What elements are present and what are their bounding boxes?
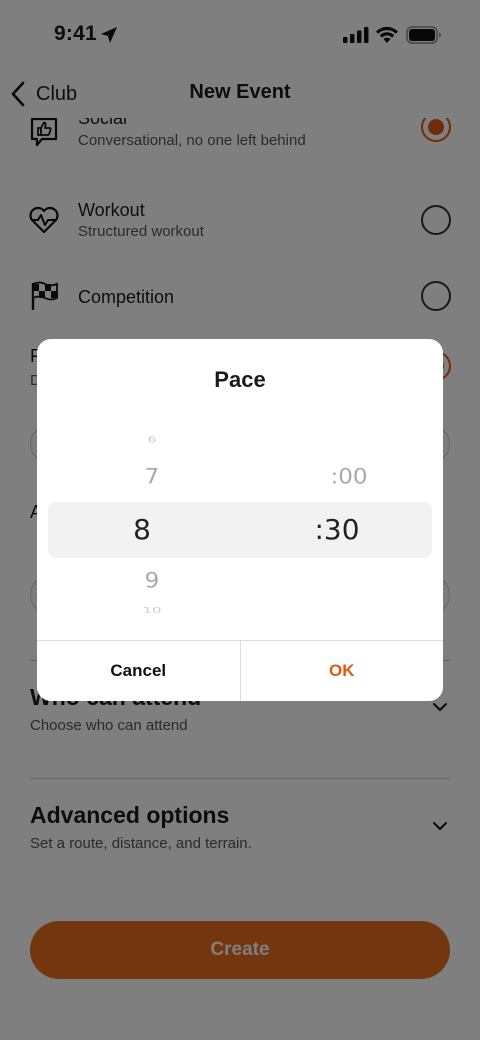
picker-minute-option[interactable]: 10 — [97, 605, 207, 613]
picker-second-option[interactable]: :00 — [294, 465, 404, 489]
picker-minute-option[interactable]: 7 — [97, 465, 207, 489]
picker-minute-option[interactable]: 9 — [97, 569, 207, 593]
dialog-actions: Cancel OK — [37, 640, 443, 701]
picker-minute-selected[interactable]: 8 — [87, 513, 197, 546]
cancel-button[interactable]: Cancel — [37, 641, 241, 701]
picker-second-selected[interactable]: :30 — [282, 513, 392, 546]
pace-picker[interactable]: 6 7 8 9 10 :00 :30 — [37, 429, 443, 624]
ok-button[interactable]: OK — [240, 641, 443, 701]
dialog-title: Pace — [214, 367, 266, 392]
picker-minute-option[interactable]: 6 — [97, 435, 207, 445]
pace-dialog: Pace 6 7 8 9 10 :00 :30 Cancel OK — [37, 339, 443, 701]
